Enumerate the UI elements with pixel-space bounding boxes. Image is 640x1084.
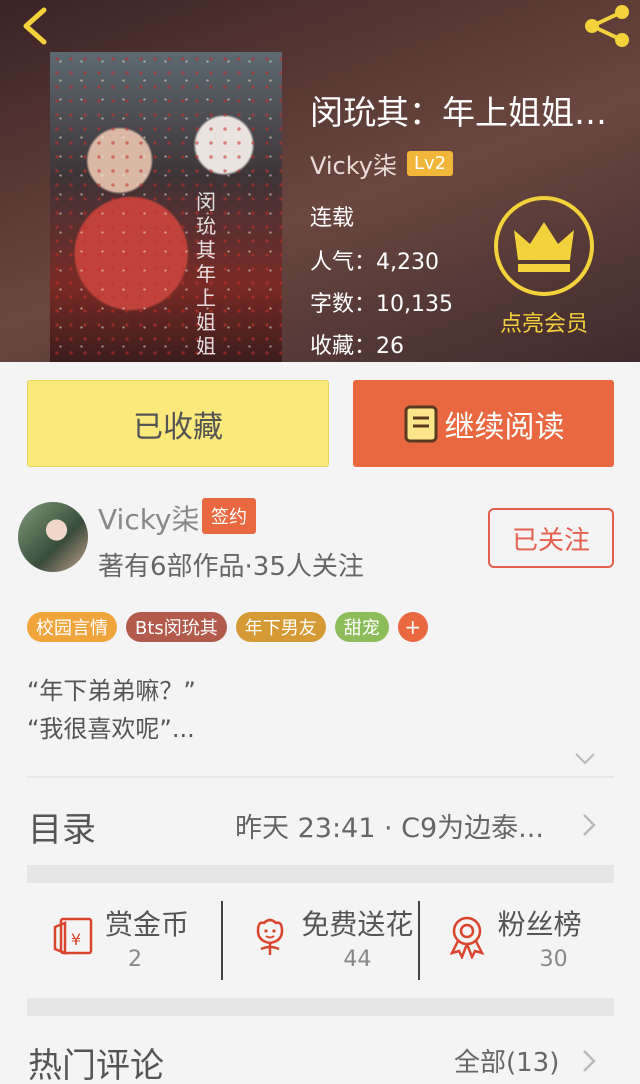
book-cover-image[interactable]: 闵玧其 年上姐姐 bbox=[50, 52, 282, 362]
author-info-row: Vicky柒 签约 著有6部作品·35人关注 已关注 bbox=[0, 492, 640, 602]
chevron-right-icon bbox=[583, 814, 596, 836]
favorites-stat: 收藏：26 bbox=[310, 334, 404, 359]
vip-label[interactable]: 点亮会员 bbox=[482, 306, 606, 338]
reward-coins-label: 赏金币 bbox=[105, 908, 190, 941]
hot-comments-label: 热门评论 bbox=[28, 1046, 164, 1084]
add-tag-button[interactable]: + bbox=[397, 612, 428, 642]
reward-coins-count: 2 bbox=[128, 947, 142, 972]
header-author-name[interactable]: Vicky柒 bbox=[310, 146, 397, 181]
share-icon[interactable] bbox=[582, 4, 634, 48]
book-icon bbox=[404, 405, 437, 442]
cover-title-text: 闵玧其 年上姐姐 bbox=[196, 190, 216, 358]
book-title: 闵玧其：年上姐姐… bbox=[310, 93, 607, 132]
all-comments-link[interactable]: 全部(13) bbox=[454, 1042, 559, 1079]
latest-chapter: 昨天 23:41 · C9为边泰... bbox=[235, 813, 544, 844]
section-separator bbox=[27, 998, 614, 1016]
signed-badge: 签约 bbox=[202, 498, 256, 534]
flower-icon bbox=[257, 918, 284, 955]
intro-line: “我很喜欢呢”... bbox=[27, 715, 195, 743]
divider bbox=[27, 776, 614, 778]
catalog-row[interactable]: 目录 昨天 23:41 · C9为边泰... bbox=[0, 790, 640, 860]
favorited-button[interactable]: 已收藏 bbox=[27, 380, 329, 467]
follow-button[interactable]: 已关注 bbox=[488, 508, 614, 568]
continue-reading-label: 继续阅读 bbox=[444, 409, 565, 445]
fan-ranking-label: 粉丝榜 bbox=[497, 908, 582, 941]
chevron-down-icon[interactable] bbox=[574, 752, 596, 766]
popularity-stat: 人气：4,230 bbox=[310, 250, 439, 275]
author-name[interactable]: Vicky柒 bbox=[98, 498, 200, 538]
crown-icon bbox=[514, 222, 574, 272]
send-flowers-label: 免费送花 bbox=[301, 908, 414, 941]
author-line: Vicky柒 Lv2 bbox=[310, 146, 454, 181]
action-button-row: 已收藏 继续阅读 bbox=[0, 362, 640, 492]
back-arrow-icon[interactable] bbox=[12, 4, 56, 48]
author-level-badge: Lv2 bbox=[407, 151, 454, 176]
tag-item[interactable]: 年下男友 bbox=[235, 612, 326, 642]
fan-ranking-item[interactable]: 粉丝榜 30 bbox=[417, 901, 614, 980]
tag-list: 校园言情 Bts闵玧其 年下男友 甜宠 + bbox=[27, 612, 428, 642]
vip-crown-button[interactable] bbox=[494, 196, 594, 296]
red-envelope-icon: ¥ bbox=[53, 917, 93, 955]
word-count-stat: 字数：10,135 bbox=[310, 292, 453, 317]
serial-status: 连载 bbox=[310, 206, 355, 231]
reward-coins-item[interactable]: ¥ 赏金币 2 bbox=[27, 883, 221, 998]
catalog-label: 目录 bbox=[28, 810, 96, 850]
tag-item[interactable]: Bts闵玧其 bbox=[126, 612, 227, 642]
send-flowers-count: 44 bbox=[343, 947, 372, 972]
tag-item[interactable]: 甜宠 bbox=[334, 612, 389, 642]
send-flowers-item[interactable]: 免费送花 44 bbox=[221, 901, 417, 980]
support-row: ¥ 赏金币 2 免费送花 44 粉丝榜 30 bbox=[27, 883, 614, 998]
section-separator bbox=[27, 865, 614, 883]
svg-text:¥: ¥ bbox=[71, 930, 81, 949]
book-intro[interactable]: “年下弟弟嘛？” “我很喜欢呢”... bbox=[27, 672, 196, 748]
fan-ranking-count: 30 bbox=[539, 947, 568, 972]
continue-reading-button[interactable]: 继续阅读 bbox=[353, 380, 614, 467]
medal-icon bbox=[449, 916, 485, 959]
author-meta: 著有6部作品·35人关注 bbox=[98, 552, 364, 582]
chevron-right-icon bbox=[583, 1050, 596, 1072]
intro-line: “年下弟弟嘛？” bbox=[27, 677, 196, 705]
author-avatar[interactable] bbox=[18, 502, 88, 572]
book-header: 闵玧其 年上姐姐 闵玧其：年上姐姐… Vicky柒 Lv2 连载 人气：4,23… bbox=[0, 0, 640, 362]
hot-comments-row[interactable]: 热门评论 全部(13) bbox=[0, 1020, 640, 1084]
tag-item[interactable]: 校园言情 bbox=[27, 612, 117, 642]
